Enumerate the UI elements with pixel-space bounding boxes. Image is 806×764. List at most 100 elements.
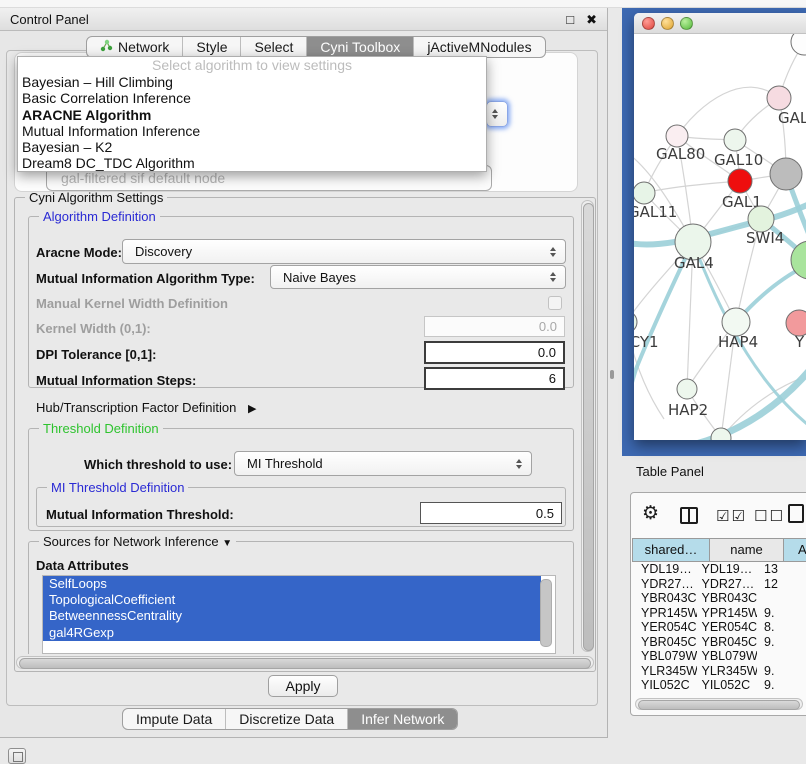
network-canvas[interactable]: GALGAL80GAL10GAL1GAL11SWI4GAL4GCY1HAP4YH… (634, 34, 806, 440)
kernel-width-field[interactable]: 0.0 (424, 316, 565, 337)
algorithm-combo-spinner[interactable] (486, 101, 508, 127)
scrollbar-thumb[interactable] (19, 658, 591, 669)
table-cell[interactable]: 9. (757, 678, 806, 692)
scrollbar-thumb[interactable] (583, 203, 594, 651)
network-node[interactable] (791, 34, 806, 55)
which-threshold-combo[interactable]: MI Threshold (234, 451, 532, 476)
close-icon[interactable]: ✖ (586, 13, 597, 26)
table-cell[interactable]: YLR345W (697, 664, 758, 679)
tab-discretize-data[interactable]: Discretize Data (226, 709, 348, 729)
settings-vertical-scrollbar[interactable] (581, 200, 594, 652)
network-edge[interactable] (677, 87, 779, 136)
dpi-tolerance-field[interactable]: 0.0 (424, 341, 565, 364)
table-cell[interactable]: 9. (757, 664, 806, 679)
traffic-light-red-icon[interactable] (642, 17, 655, 30)
table-cell[interactable]: YBR045C (697, 635, 758, 650)
tab-cyni-toolbox[interactable]: Cyni Toolbox (307, 37, 414, 57)
table-cell[interactable]: YLR345W (633, 664, 697, 679)
apply-button[interactable]: Apply (268, 675, 338, 697)
scrollbar-thumb[interactable] (638, 700, 800, 710)
settings-horizontal-scrollbar[interactable] (16, 656, 594, 669)
table-cell[interactable]: YPR145W (633, 606, 697, 621)
aracne-mode-combo[interactable]: Discovery (122, 239, 566, 264)
algorithm-option[interactable]: Basic Correlation Inference (18, 90, 486, 106)
algorithm-option[interactable]: Mutual Information Inference (18, 123, 486, 139)
table-row[interactable]: YPR145WYPR145W9. (633, 606, 806, 621)
column-header-third[interactable]: A (783, 538, 806, 562)
tab-jactivemnodules[interactable]: jActiveMNodules (414, 37, 544, 57)
unchecked-boxes-icon[interactable]: ☐☐ (754, 509, 785, 524)
table-cell[interactable] (757, 591, 806, 606)
algorithm-option[interactable]: Bayesian – Hill Climbing (18, 74, 486, 90)
network-node[interactable] (634, 311, 637, 333)
attribute-item[interactable]: gal4RGexp (43, 625, 541, 641)
disclosure-right-icon[interactable]: ▶ (248, 403, 256, 415)
table-cell[interactable]: YIL052C (633, 678, 697, 692)
table-cell[interactable]: YER054C (697, 620, 758, 635)
table-horizontal-scrollbar[interactable] (635, 698, 803, 710)
float-icon[interactable]: □ (566, 13, 574, 26)
table-row[interactable]: YBR045CYBR045C9. (633, 635, 806, 650)
network-node[interactable] (722, 308, 750, 336)
table-cell[interactable]: YDL19… (697, 562, 758, 577)
network-edge-highlighted[interactable] (696, 360, 806, 440)
network-node[interactable] (677, 379, 697, 399)
tab-impute-data[interactable]: Impute Data (123, 709, 226, 729)
table-row[interactable]: YLR345WYLR345W9. (633, 664, 806, 679)
manual-kernel-checkbox[interactable] (548, 296, 562, 310)
table-row[interactable]: YBR043CYBR043C (633, 591, 806, 606)
table-cell[interactable]: YBL079W (697, 649, 758, 664)
algorithm-option[interactable]: Bayesian – K2 (18, 139, 486, 155)
attribute-item[interactable]: SelfLoops (43, 576, 541, 592)
table-cell[interactable]: YDL19… (633, 562, 697, 577)
attribute-item[interactable]: BetweennessCentrality (43, 608, 541, 624)
table-cell[interactable]: YDR27… (633, 577, 697, 592)
table-cell[interactable]: 12 (757, 577, 806, 592)
tab-network[interactable]: Network (87, 37, 183, 57)
table-cell[interactable]: YDR27… (697, 577, 758, 592)
table-cell[interactable]: YBL079W (633, 649, 697, 664)
table-cell[interactable]: YER054C (633, 620, 697, 635)
table-cell[interactable]: YBR043C (697, 591, 758, 606)
network-node[interactable] (724, 129, 746, 151)
tab-infer-network[interactable]: Infer Network (348, 709, 457, 729)
split-columns-icon[interactable] (680, 507, 698, 524)
list-scrollbar-thumb[interactable] (540, 579, 552, 647)
network-node[interactable] (634, 182, 655, 204)
mi-threshold-field[interactable]: 0.5 (420, 502, 562, 524)
table-row[interactable]: YDL19…YDL19…13 (633, 562, 806, 577)
mi-steps-field[interactable]: 6 (424, 367, 565, 390)
table-cell[interactable] (757, 649, 806, 664)
data-attributes-list[interactable]: SelfLoops TopologicalCoefficient Between… (42, 575, 556, 654)
network-node[interactable] (767, 86, 791, 110)
table-row[interactable]: YBL079WYBL079W (633, 649, 806, 664)
attribute-item[interactable]: TopologicalCoefficient (43, 592, 541, 608)
table-cell[interactable]: 9. (757, 606, 806, 621)
tab-style[interactable]: Style (183, 37, 241, 57)
table-row[interactable]: YDR27…YDR27…12 (633, 577, 806, 592)
table-cell[interactable]: 8. (757, 620, 806, 635)
network-node[interactable] (728, 169, 752, 193)
table-row[interactable]: YER054CYER054C8. (633, 620, 806, 635)
table-row[interactable]: YIL052CYIL052C9. (633, 678, 806, 692)
hub-definition-row[interactable]: Hub/Transcription Factor Definition ▶ (36, 400, 256, 415)
table-cell[interactable]: YPR145W (697, 606, 758, 621)
table-cell[interactable]: YBR043C (633, 591, 697, 606)
tab-select[interactable]: Select (241, 37, 307, 57)
gear-icon[interactable]: ⚙ (642, 504, 659, 523)
column-header-name[interactable]: name (709, 538, 784, 562)
column-header-shared[interactable]: shared… (632, 538, 710, 562)
network-node[interactable] (666, 125, 688, 147)
network-node[interactable] (770, 158, 802, 190)
disclosure-down-icon[interactable]: ▼ (222, 538, 232, 549)
table-cell[interactable]: 9. (757, 635, 806, 650)
table-cell[interactable]: YBR045C (633, 635, 697, 650)
algorithm-option[interactable]: Dream8 DC_TDC Algorithm (18, 155, 486, 171)
table-cell[interactable]: 13 (757, 562, 806, 577)
table-cell[interactable]: YIL052C (697, 678, 758, 692)
table-body[interactable]: YDL19…YDL19…13YDR27…YDR27…12YBR043CYBR04… (633, 562, 806, 692)
mi-type-combo[interactable]: Naive Bayes (270, 265, 566, 289)
panel-splitter-handle[interactable] (610, 370, 614, 379)
checked-boxes-icon[interactable]: ☑☑ (716, 509, 747, 524)
traffic-light-green-icon[interactable] (680, 17, 693, 30)
